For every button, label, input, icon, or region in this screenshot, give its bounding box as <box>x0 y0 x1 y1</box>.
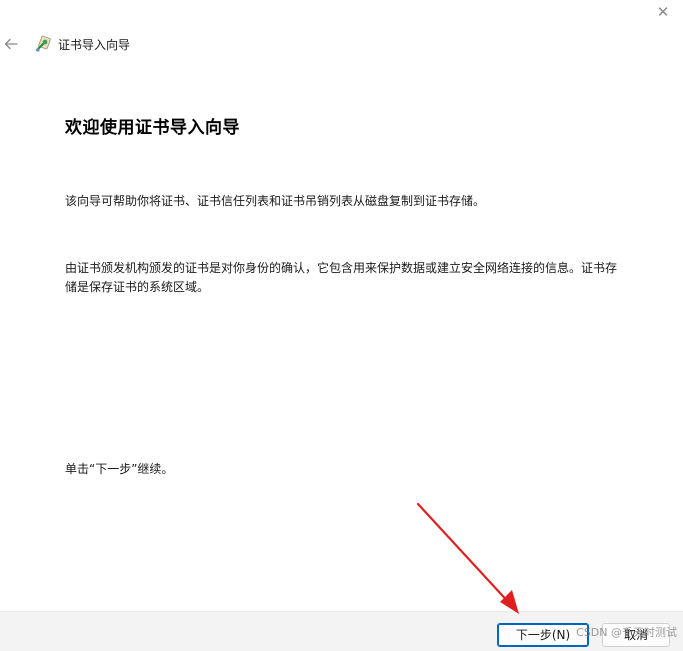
certificate-import-wizard-window: ✕ 证书导入向导 欢迎使用证书导入向导 该向导可帮助你将证书、证书信任列表和证书… <box>0 0 683 651</box>
annotation-arrow-icon <box>416 502 519 614</box>
arrow-left-icon <box>4 38 18 50</box>
description-paragraph: 由证书颁发机构颁发的证书是对你身份的确认，它包含用来保护数据或建立安全网络连接的… <box>65 261 618 294</box>
wizard-title: 证书导入向导 <box>58 38 131 52</box>
close-button[interactable]: ✕ <box>651 2 675 22</box>
back-button[interactable] <box>2 35 20 53</box>
page-title: 欢迎使用证书导入向导 <box>65 118 240 138</box>
close-icon: ✕ <box>656 3 670 21</box>
next-button[interactable]: 下一步(N) <box>497 623 589 647</box>
certificate-wizard-icon <box>35 35 51 53</box>
wizard-footer: 下一步(N) 取消 <box>0 611 683 651</box>
intro-paragraph: 该向导可帮助你将证书、证书信任列表和证书吊销列表从磁盘复制到证书存储。 <box>65 194 486 208</box>
continue-instruction: 单击“下一步”继续。 <box>65 462 174 476</box>
cancel-button[interactable]: 取消 <box>602 623 670 647</box>
